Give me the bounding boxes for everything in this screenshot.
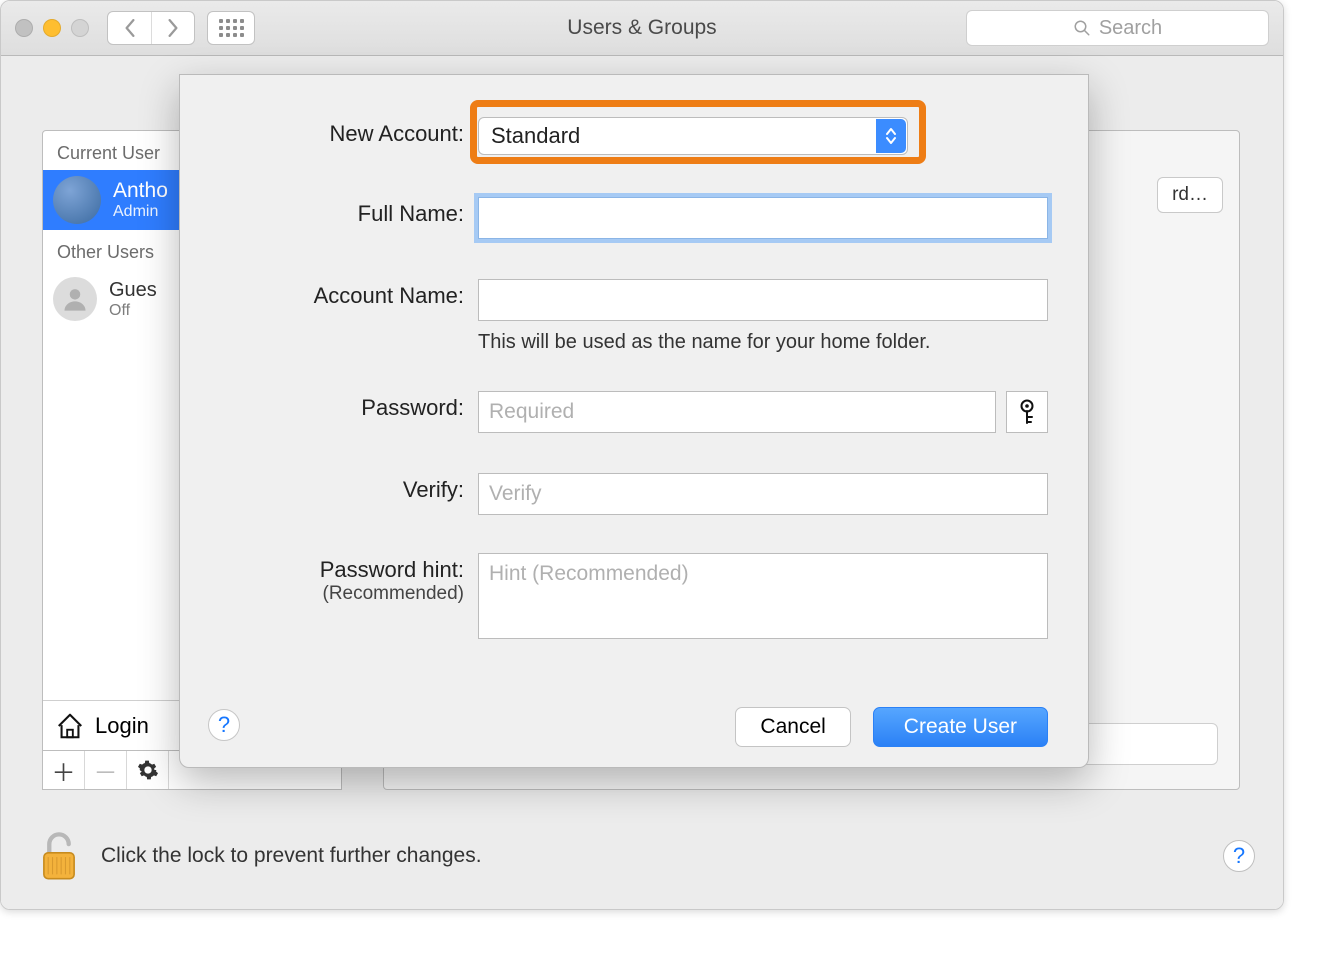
- home-icon: [55, 711, 85, 741]
- account-name-label: Account Name:: [180, 279, 478, 309]
- content-area: Current User Antho Admin Other Users Gue…: [1, 56, 1283, 909]
- remove-user-button[interactable]: －: [85, 751, 127, 789]
- hint-label: Password hint: (Recommended): [180, 553, 478, 605]
- close-window-button[interactable]: [15, 19, 33, 37]
- add-user-button[interactable]: ＋: [43, 751, 85, 789]
- new-account-label: New Account:: [180, 117, 478, 147]
- new-account-row: New Account: Standard: [180, 117, 1048, 155]
- full-name-row: Full Name:: [180, 197, 1048, 239]
- grid-icon: [219, 19, 244, 37]
- guest-user-status: Off: [109, 302, 157, 320]
- create-user-button[interactable]: Create User: [873, 707, 1048, 747]
- change-password-button[interactable]: rd…: [1157, 177, 1223, 213]
- user-actions-gear[interactable]: [127, 751, 169, 789]
- account-name-hint: This will be used as the name for your h…: [478, 331, 1048, 354]
- guest-user-name: Gues: [109, 279, 157, 302]
- minimize-window-button[interactable]: [43, 19, 61, 37]
- account-name-row: Account Name: This will be used as the n…: [180, 279, 1048, 354]
- guest-avatar-icon: [53, 277, 97, 321]
- footer: Click the lock to prevent further change…: [37, 829, 1255, 883]
- search-icon: [1073, 19, 1091, 37]
- password-row: Password:: [180, 391, 1048, 433]
- account-type-value: Standard: [491, 123, 580, 149]
- back-button[interactable]: [108, 12, 151, 44]
- up-down-chevron-icon: [876, 119, 906, 153]
- window-controls: [15, 19, 89, 37]
- new-account-sheet: New Account: Standard Full Name:: [179, 74, 1089, 768]
- help-button[interactable]: ?: [1223, 840, 1255, 872]
- hint-input[interactable]: [478, 553, 1048, 639]
- user-avatar-icon: [53, 176, 101, 224]
- unlocked-lock-icon[interactable]: [37, 829, 81, 883]
- sheet-help-button[interactable]: ?: [208, 709, 240, 741]
- cancel-button[interactable]: Cancel: [735, 707, 850, 747]
- titlebar: Users & Groups Search: [1, 1, 1283, 56]
- password-label: Password:: [180, 391, 478, 421]
- lock-hint-text: Click the lock to prevent further change…: [101, 844, 482, 868]
- search-field[interactable]: Search: [966, 10, 1269, 46]
- verify-input[interactable]: [478, 473, 1048, 515]
- login-options-label: Login: [95, 713, 149, 739]
- search-placeholder: Search: [1099, 17, 1162, 40]
- password-input[interactable]: [478, 391, 996, 433]
- users-groups-window: Users & Groups Search Current User Antho…: [0, 0, 1284, 910]
- nav-back-forward: [107, 11, 195, 45]
- show-all-prefs-button[interactable]: [207, 11, 255, 45]
- gear-icon: [137, 759, 159, 781]
- key-icon: [1017, 399, 1037, 425]
- forward-button[interactable]: [151, 12, 194, 44]
- full-name-label: Full Name:: [180, 197, 478, 227]
- current-user-role: Admin: [113, 203, 168, 221]
- verify-row: Verify:: [180, 473, 1048, 515]
- verify-label: Verify:: [180, 473, 478, 503]
- hint-row: Password hint: (Recommended): [180, 553, 1048, 644]
- password-assistant-button[interactable]: [1006, 391, 1048, 433]
- account-type-select[interactable]: Standard: [478, 117, 908, 155]
- account-name-input[interactable]: [478, 279, 1048, 321]
- current-user-name: Antho: [113, 179, 168, 203]
- full-name-input[interactable]: [478, 197, 1048, 239]
- zoom-window-button[interactable]: [71, 19, 89, 37]
